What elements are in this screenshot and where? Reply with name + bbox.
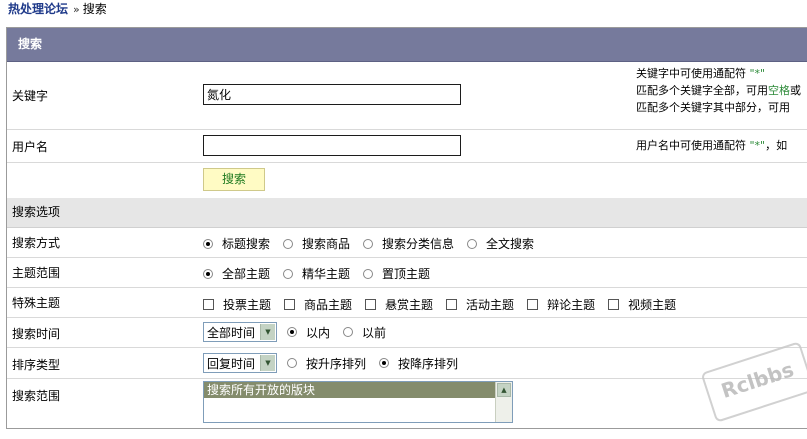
sort-desc-radio[interactable] [379, 358, 390, 368]
special-debate[interactable]: 辩论主题 [527, 296, 595, 313]
scope-digest-radio[interactable] [283, 268, 294, 279]
keyword-row: 关键字 关键字中可使用通配符 "*" 匹配多个关键字全部，可用空格或 匹配多个关… [7, 62, 807, 130]
special-poll-label: 投票主题 [223, 298, 272, 312]
keyword-tips: 关键字中可使用通配符 "*" 匹配多个关键字全部，可用空格或 匹配多个关键字其中… [636, 65, 801, 116]
time-before[interactable]: 以前 [343, 324, 386, 341]
special-trade-checkbox[interactable] [284, 299, 296, 310]
special-trade-label: 商品主题 [304, 298, 353, 312]
sort-asc-label: 按升序排列 [306, 356, 367, 371]
special-reward-label: 悬赏主题 [385, 298, 434, 312]
sort-select-value: 回复时间 [207, 356, 256, 371]
time-within-radio[interactable] [287, 327, 297, 337]
chevron-down-icon[interactable]: ▼ [260, 324, 275, 340]
search-mode-classifieds-radio[interactable] [363, 238, 374, 249]
scope-sticky[interactable]: 置顶主题 [363, 265, 430, 282]
search-range-label: 搜索范围 [12, 389, 61, 403]
breadcrumb-site-link[interactable]: 热处理论坛 [8, 2, 68, 16]
username-input[interactable] [203, 135, 461, 156]
special-trade[interactable]: 商品主题 [284, 296, 352, 313]
sort-row: 排序类型 回复时间 ▼ 按升序排列 按降序排列 [7, 348, 807, 379]
search-mode-fulltext[interactable]: 全文搜索 [467, 235, 534, 252]
scope-digest-label: 精华主题 [302, 267, 351, 281]
username-tip-wildcard: "*" [749, 139, 766, 152]
search-mode-products-label: 搜索商品 [302, 237, 351, 251]
keyword-tip-line1: 关键字中可使用通配符 [636, 67, 746, 80]
search-mode-fulltext-label: 全文搜索 [486, 237, 535, 251]
username-tip-tail: ，如 [765, 139, 788, 152]
special-video-checkbox[interactable] [608, 299, 620, 310]
chevron-down-icon[interactable]: ▼ [260, 355, 275, 371]
keyword-tip-line2: 匹配多个关键字全部，可用 [636, 84, 768, 97]
special-reward-checkbox[interactable] [365, 299, 377, 310]
special-poll-checkbox[interactable] [203, 299, 214, 310]
search-mode-title-radio[interactable] [203, 238, 213, 249]
search-mode-fulltext-radio[interactable] [467, 238, 478, 249]
scope-digest[interactable]: 精华主题 [283, 265, 350, 282]
breadcrumb-current: 搜索 [82, 2, 107, 16]
forum-list[interactable]: 搜索所有开放的版块 ▲ [203, 381, 513, 423]
keyword-tip-line2-tail: 或 [790, 84, 801, 97]
scope-sticky-radio[interactable] [363, 268, 374, 279]
keyword-tip-line3: 匹配多个关键字其中部分，可用 [636, 101, 790, 114]
breadcrumb-separator: » [73, 3, 80, 16]
keyword-label: 关键字 [12, 89, 49, 103]
special-threads-row: 特殊主题 投票主题 商品主题 悬赏主题 活动主题 辩论主题 视频主题 [7, 288, 807, 318]
special-debate-checkbox[interactable] [527, 299, 539, 310]
scope-all[interactable]: 全部主题 [203, 265, 270, 282]
special-reward[interactable]: 悬赏主题 [365, 296, 433, 313]
thread-scope-label: 主题范围 [12, 266, 61, 280]
forum-list-item[interactable]: 搜索所有开放的版块 [204, 382, 495, 398]
keyword-input[interactable] [203, 84, 461, 105]
search-time-row: 搜索时间 全部时间 ▼ 以内 以前 [7, 318, 807, 348]
scope-all-radio[interactable] [203, 268, 213, 279]
search-mode-products-radio[interactable] [283, 238, 294, 249]
search-button-row: 搜索 [7, 162, 807, 198]
search-button[interactable]: 搜索 [203, 168, 265, 191]
panel-header: 搜索 [7, 28, 807, 62]
special-video[interactable]: 视频主题 [608, 296, 676, 313]
sort-label: 排序类型 [12, 358, 61, 372]
search-mode-label: 搜索方式 [12, 236, 61, 250]
scope-all-label: 全部主题 [222, 267, 271, 281]
time-within[interactable]: 以内 [287, 324, 330, 341]
search-mode-title-label: 标题搜索 [222, 237, 271, 251]
special-activity-label: 活动主题 [466, 298, 515, 312]
list-scrollbar[interactable]: ▲ [495, 382, 512, 422]
special-video-label: 视频主题 [628, 298, 677, 312]
time-before-radio[interactable] [343, 327, 354, 337]
search-mode-title[interactable]: 标题搜索 [203, 235, 270, 252]
search-time-label: 搜索时间 [12, 327, 61, 341]
search-range-row: 搜索范围 搜索所有开放的版块 ▲ [7, 379, 807, 439]
scroll-up-icon[interactable]: ▲ [497, 383, 511, 397]
time-before-label: 以前 [362, 325, 387, 340]
sort-desc-label: 按降序排列 [398, 356, 459, 371]
special-debate-label: 辩论主题 [547, 298, 596, 312]
search-panel: 搜索 关键字 关键字中可使用通配符 "*" 匹配多个关键字全部，可用空格或 匹配… [6, 27, 807, 429]
search-time-select[interactable]: 全部时间 ▼ [203, 322, 277, 342]
keyword-tip-wildcard: "*" [749, 67, 766, 80]
keyword-tip-space: 空格 [768, 84, 790, 97]
breadcrumb: 热处理论坛 » 搜索 [8, 1, 107, 17]
username-tip: 用户名中可使用通配符 "*"，如 [636, 137, 787, 154]
search-options-title: 搜索选项 [7, 198, 807, 228]
sort-desc[interactable]: 按降序排列 [379, 355, 458, 372]
special-activity-checkbox[interactable] [446, 299, 458, 310]
special-activity[interactable]: 活动主题 [446, 296, 514, 313]
search-mode-products[interactable]: 搜索商品 [283, 235, 350, 252]
thread-scope-row: 主题范围 全部主题 精华主题 置顶主题 [7, 258, 807, 288]
search-mode-classifieds-label: 搜索分类信息 [382, 237, 455, 251]
search-mode-row: 搜索方式 标题搜索 搜索商品 搜索分类信息 全文搜索 [7, 228, 807, 258]
search-mode-classifieds[interactable]: 搜索分类信息 [363, 235, 454, 252]
special-threads-label: 特殊主题 [12, 296, 61, 310]
username-row: 用户名 用户名中可使用通配符 "*"，如 [7, 129, 807, 163]
special-poll[interactable]: 投票主题 [203, 296, 271, 313]
sort-select[interactable]: 回复时间 ▼ [203, 353, 277, 373]
sort-asc-radio[interactable] [287, 358, 297, 368]
sort-asc[interactable]: 按升序排列 [287, 355, 366, 372]
username-tip-text: 用户名中可使用通配符 [636, 139, 746, 152]
time-within-label: 以内 [306, 325, 331, 340]
search-time-select-value: 全部时间 [207, 325, 256, 340]
username-label: 用户名 [12, 140, 49, 154]
scope-sticky-label: 置顶主题 [382, 267, 431, 281]
